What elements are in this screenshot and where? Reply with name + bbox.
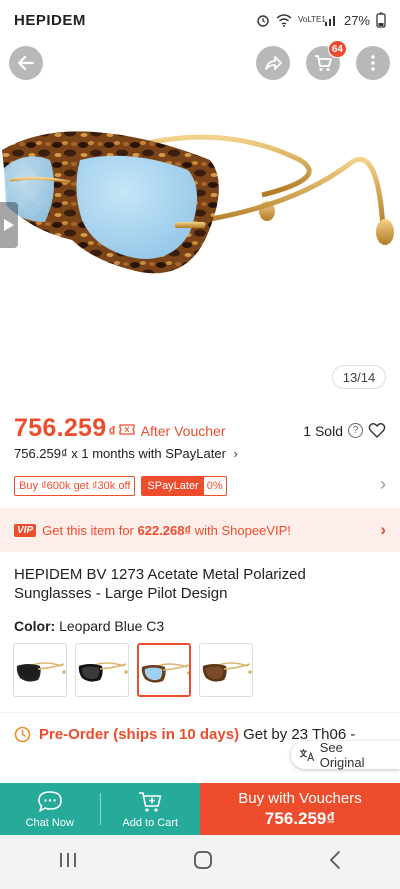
color-label-value: Leopard Blue C3 — [59, 618, 165, 634]
signal-icon — [324, 16, 335, 26]
help-icon[interactable]: ? — [348, 423, 363, 438]
installment-link[interactable]: 756.259₫ x 1 months with SPayLater › — [14, 446, 238, 461]
back-button[interactable] — [9, 46, 43, 80]
secondary-actions: Chat Now Add to Cart — [0, 783, 200, 835]
variant-thumbnail — [78, 662, 128, 682]
spaylater-tag-value: 0% — [206, 480, 223, 492]
recent-apps-button[interactable] — [58, 851, 78, 874]
image-counter: 13/14 — [332, 365, 386, 389]
buy-label: Buy with Vouchers — [238, 789, 362, 807]
recent-apps-icon — [59, 852, 76, 867]
alarm-icon — [257, 15, 269, 27]
buy-price: 756.259₫ — [264, 808, 336, 828]
sold-label: 1 Sold — [303, 422, 343, 439]
battery-icon — [376, 12, 386, 28]
discount-tag: Buy ₫600k get ₫30k off — [14, 476, 136, 496]
status-time: HEPIDEM — [14, 11, 86, 29]
see-original-button[interactable]: See Original — [291, 740, 400, 770]
heart-icon[interactable] — [368, 422, 386, 439]
vip-price: 622.268₫ — [137, 522, 192, 538]
add-to-cart-button[interactable]: Add to Cart — [101, 783, 201, 835]
play-icon — [4, 219, 14, 231]
vip-badge: VIP — [14, 523, 37, 537]
shopee-vip-banner[interactable]: VIP Get this item for 622.268₫ with Shop… — [0, 508, 400, 552]
chat-now-button[interactable]: Chat Now — [0, 783, 100, 835]
product-image — [2, 131, 394, 274]
more-options-button[interactable] — [356, 46, 390, 80]
color-label-key: Color: — [14, 618, 56, 634]
system-nav-bar — [0, 835, 400, 889]
cart-button[interactable]: 64 — [306, 40, 347, 80]
network-label: VoLTE1 — [297, 15, 326, 24]
chat-icon — [37, 790, 62, 812]
clock-icon — [14, 726, 31, 743]
system-back-button[interactable] — [328, 850, 342, 875]
home-button[interactable] — [193, 850, 213, 875]
product-image-gallery[interactable]: 64 13/14 — [0, 0, 400, 400]
installment-text: 756.259₫ x 1 months with SPayLater — [14, 446, 226, 461]
variant-option[interactable] — [137, 643, 191, 697]
voucher-icon — [119, 423, 135, 436]
sold-count: 1 Sold ? — [303, 422, 386, 439]
after-voucher-label: After Voucher — [140, 423, 226, 439]
price-currency: ₫ — [108, 423, 116, 439]
variant-option[interactable] — [75, 643, 129, 697]
share-icon — [265, 56, 282, 70]
promo-chevron-icon[interactable]: › — [380, 474, 386, 495]
vip-chevron-icon: › — [380, 520, 386, 539]
system-back-icon — [330, 850, 341, 869]
spaylater-tag-label: SPayLater — [142, 477, 204, 495]
spaylater-tag: SPayLater 0% — [141, 476, 227, 496]
promo-tags[interactable]: Buy ₫600k get ₫30k off SPayLater 0% — [14, 476, 227, 496]
status-icons: VoLTE1 27% — [256, 12, 386, 28]
variant-thumbnail — [141, 663, 189, 683]
status-bar: HEPIDEM VoLTE1 27% — [0, 0, 400, 40]
see-original-label: See Original — [319, 740, 365, 770]
add-to-cart-label: Add to Cart — [122, 816, 179, 829]
variant-option[interactable] — [13, 643, 67, 697]
video-play-tab[interactable] — [0, 202, 18, 248]
vip-text: Get this item for 622.268₫ with ShopeeVI… — [42, 523, 291, 538]
preorder-label: Pre-Order (ships in 10 days) — [39, 726, 240, 743]
share-button[interactable] — [256, 46, 290, 80]
cart-count-badge: 64 — [327, 40, 347, 58]
cart-icon — [315, 55, 332, 71]
variant-option[interactable] — [199, 643, 253, 697]
variant-thumbnail — [202, 662, 252, 682]
home-icon — [194, 850, 212, 869]
price-row: 756.259 ₫ After Voucher — [14, 414, 225, 443]
price-amount: 756.259 — [14, 414, 107, 442]
buy-with-vouchers-button[interactable]: Buy with Vouchers 756.259₫ — [200, 783, 400, 835]
product-title: HEPIDEM BV 1273 Acetate Metal Polarized … — [14, 566, 306, 602]
more-icon — [371, 55, 375, 71]
wifi-icon — [276, 13, 292, 27]
divider — [0, 712, 400, 713]
battery-percent: 27% — [343, 12, 370, 28]
translate-icon — [299, 749, 315, 762]
vip-text-after: with ShopeeVIP! — [191, 522, 291, 538]
chat-now-label: Chat Now — [25, 816, 74, 829]
color-variation-label: Color: Leopard Blue C3 — [14, 618, 164, 634]
bottom-action-bar: Chat Now Add to Cart Buy with Vouchers 7… — [0, 783, 400, 835]
vip-text-before: Get this item for — [42, 522, 138, 538]
chevron-right-icon: › — [233, 446, 238, 461]
add-cart-icon — [139, 791, 162, 812]
back-arrow-icon — [17, 55, 35, 71]
variant-list — [13, 643, 253, 697]
variant-thumbnail — [16, 662, 66, 682]
